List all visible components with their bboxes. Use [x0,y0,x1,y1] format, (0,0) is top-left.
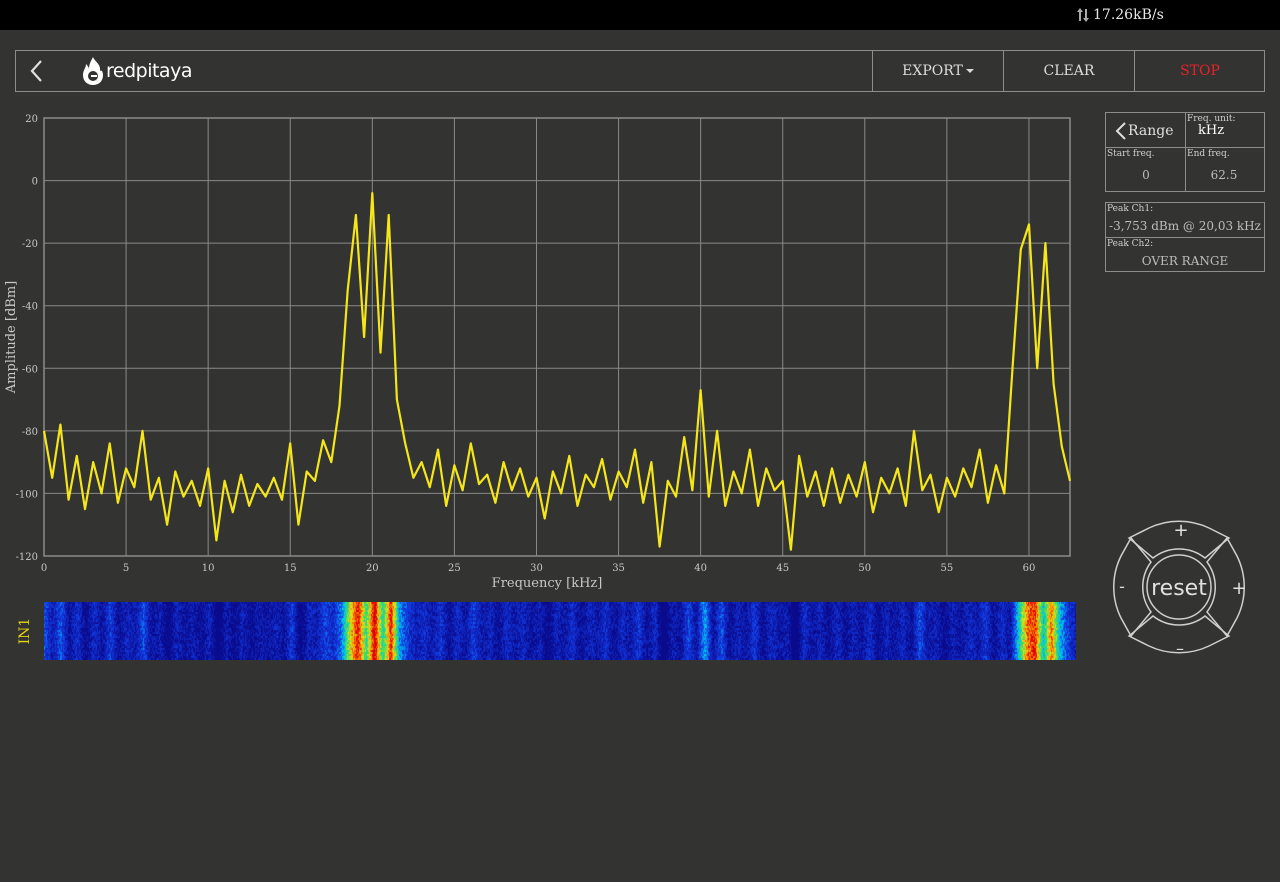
app-header: redpitaya EXPORT CLEAR STOP [15,50,1265,92]
chart-grid [43,117,1070,557]
peak-ch1-cell: Peak Ch1: -3,753 dBm @ 20,03 kHz [1106,203,1264,238]
y-tick-label: 0 [32,177,38,188]
range-back-button[interactable]: Range [1106,113,1186,148]
stop-label: STOP [1180,63,1220,79]
reset-label: reset [1151,576,1207,601]
x-tick-label: 40 [694,563,707,574]
peak-ch2-value: OVER RANGE [1141,254,1229,268]
y-axis-label: Amplitude [dBm] [4,281,19,394]
clear-button[interactable]: CLEAR [1003,51,1134,91]
transfer-arrows-icon [1077,8,1089,22]
y-tick-label: -60 [22,364,38,375]
spectrum-trace-line [42,191,1072,551]
peak-ch1-value: -3,753 dBm @ 20,03 kHz [1109,219,1261,233]
x-tick-label: 0 [41,563,47,574]
stop-button[interactable]: STOP [1134,51,1265,91]
back-button[interactable] [26,57,50,85]
x-tick-label: 25 [448,563,461,574]
redpitaya-logo: redpitaya [82,56,192,86]
x-tick-label: 50 [858,563,871,574]
end-freq-label: End freq. [1187,149,1230,159]
y-tick-label: -120 [16,552,38,563]
start-freq-label: Start freq. [1107,149,1155,159]
start-freq-value: 0 [1142,168,1150,182]
x-tick-label: 5 [123,563,129,574]
data-rate-indicator: 17.26kB/s [1076,7,1164,23]
y-tick-label: -100 [16,489,38,500]
chart-series [42,191,1072,551]
chevron-left-icon [1115,122,1126,140]
x-tick-label: 10 [202,563,215,574]
peak-ch2-cell: Peak Ch2: OVER RANGE [1106,238,1264,271]
x-tick-label: 55 [941,563,954,574]
range-panel: Range Freq. unit: kHz Start freq. 0 End … [1105,112,1265,192]
chart-ticks: 0 5 10 15 20 25 30 35 40 45 50 55 60 20 0 -20 -40 -60 -80 -… [16,114,1036,574]
export-button[interactable]: EXPORT [872,51,1003,91]
export-label: EXPORT [902,63,963,79]
waterfall-spectrogram [44,602,1076,660]
x-tick-label: 30 [530,563,543,574]
logo-text: redpitaya [106,60,192,82]
y-tick-label: -40 [22,302,38,313]
x-axis-label: Frequency [kHz] [492,576,603,591]
zoom-dpad: reset + + - – [1113,520,1247,658]
freq-unit-value: kHz [1198,123,1225,138]
peak-ch2-label: Peak Ch2: [1107,239,1154,249]
spectrum-chart[interactable]: 0 5 10 15 20 25 30 35 40 45 50 55 60 20 0 -20 -40 -60 -80 -… [0,100,1100,600]
freq-unit-cell[interactable]: Freq. unit: kHz [1186,113,1265,148]
y-tick-label: 20 [25,114,38,125]
data-rate-text: 17.26kB/s [1093,7,1164,23]
waterfall-channel-label: IN1 [17,617,33,645]
chevron-left-icon [30,60,42,82]
minus-icon: - [1119,577,1125,596]
range-label: Range [1128,123,1174,139]
peak-ch1-label: Peak Ch1: [1107,204,1154,214]
x-tick-label: 60 [1023,563,1036,574]
x-tick-label: 15 [284,563,297,574]
x-tick-label: 35 [612,563,625,574]
plus-icon: + [1173,520,1188,541]
y-tick-label: -80 [22,427,38,438]
top-status-bar: 17.26kB/s [0,0,1280,30]
plot-frame [43,117,1071,557]
caret-down-icon [965,69,974,73]
y-tick-label: -20 [22,239,38,250]
minus-icon: – [1176,639,1184,658]
peak-panel: Peak Ch1: -3,753 dBm @ 20,03 kHz Peak Ch… [1105,202,1265,272]
start-freq-cell[interactable]: Start freq. 0 [1106,148,1186,191]
plus-icon: + [1231,578,1246,599]
end-freq-cell[interactable]: End freq. 62.5 [1186,148,1265,191]
x-tick-label: 45 [776,563,789,574]
end-freq-value: 62.5 [1210,168,1238,182]
x-tick-label: 20 [366,563,379,574]
clear-label: CLEAR [1043,63,1095,79]
flame-logo-icon [83,57,103,85]
